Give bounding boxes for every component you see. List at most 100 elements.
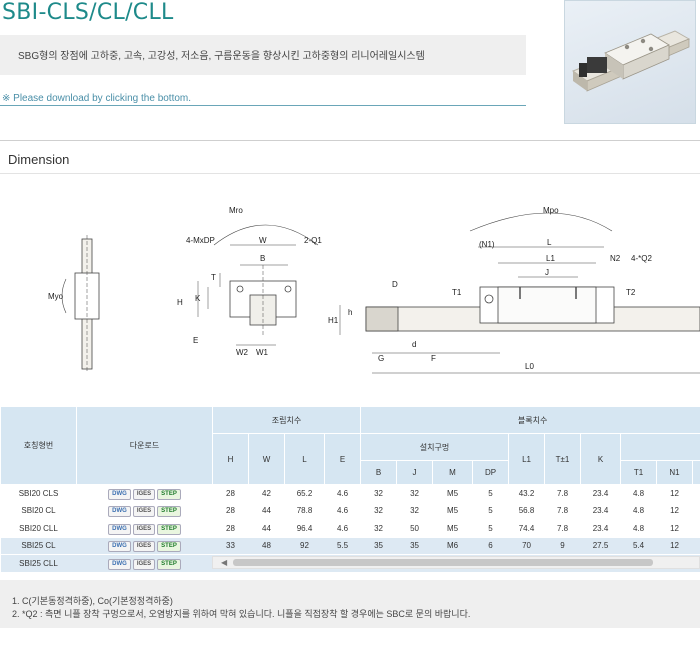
- th-M: M: [432, 460, 474, 485]
- label-d: D: [392, 280, 398, 289]
- cell-h: 33: [212, 537, 249, 555]
- download-iges-button[interactable]: IGES: [132, 506, 156, 518]
- cell-b: 32: [360, 484, 397, 503]
- cell-w: 48: [248, 537, 285, 555]
- cell-t: 7.8: [544, 519, 581, 538]
- cell-m: M5: [432, 484, 473, 503]
- footer-note-2: 2. *Q2 : 측면 니플 장착 구멍으로서, 오염방지를 위하여 막혀 있습…: [12, 609, 471, 619]
- download-iges-button[interactable]: IGES: [132, 541, 156, 553]
- label-myo: Myo: [48, 292, 64, 301]
- label-h-small: h: [348, 308, 352, 317]
- cell-m: M5: [432, 519, 473, 538]
- th-N1: N1: [656, 460, 694, 485]
- page-title: SBI-CLS/CL/CLL: [2, 0, 174, 25]
- download-step-button[interactable]: STEP: [157, 506, 181, 518]
- cell-model: SBI25 CLL: [0, 554, 77, 573]
- th-install: 설치구멍: [360, 433, 510, 461]
- cell-e: 5.5: [324, 537, 361, 555]
- cell-model: SBI20 CLL: [0, 519, 77, 538]
- label-b: B: [260, 254, 265, 263]
- note-underline: [0, 105, 526, 106]
- label-l0: L0: [525, 362, 534, 371]
- cell-n1: 12: [656, 502, 693, 520]
- table-row: SBI20 CLL DWG IGES STEP 28 44 96.4 4.6 32 50 M5 5 74…: [0, 519, 700, 538]
- description-box: SBG형의 장점에 고하중, 고속, 고강성, 저소음, 구름운동을 향상시킨 …: [0, 35, 526, 75]
- section-divider-light: [0, 173, 700, 174]
- th-E: E: [323, 433, 362, 485]
- label-n1: (N1): [479, 240, 495, 249]
- cell-j: 35: [396, 537, 433, 555]
- long-view: [339, 212, 700, 374]
- table-horizontal-scrollbar[interactable]: ◀: [212, 556, 700, 569]
- th-W: W: [248, 433, 285, 485]
- download-dwg-button[interactable]: DWG: [108, 523, 131, 535]
- th-K: K: [580, 433, 622, 485]
- cell-t: 7.8: [544, 484, 581, 503]
- download-dwg-button[interactable]: DWG: [108, 488, 131, 500]
- cell-overflow: [692, 537, 700, 555]
- download-dwg-button[interactable]: DWG: [108, 541, 131, 553]
- th-J: J: [396, 460, 434, 485]
- download-step-button[interactable]: STEP: [157, 488, 181, 500]
- cell-t1: 4.8: [620, 519, 657, 538]
- th-B: B: [360, 460, 398, 485]
- product-photo: [564, 0, 696, 124]
- th-download: 다운로드: [76, 406, 213, 485]
- cell-dp: 5: [472, 519, 509, 538]
- cell-k: 23.4: [580, 502, 621, 520]
- th-DP: DP: [472, 460, 510, 485]
- label-h1: H1: [328, 316, 339, 325]
- cell-download: DWG IGES STEP: [76, 537, 213, 555]
- cell-h: 28: [212, 484, 249, 503]
- dimension-drawing: Myo Mro 4-MxDP W 2-Q1 B T K H E W2 W1 Mp…: [48, 206, 700, 374]
- download-step-button[interactable]: STEP: [157, 558, 181, 570]
- cell-t1: 5.4: [620, 537, 657, 555]
- linear-guide-photo-icon: [571, 30, 691, 92]
- cell-l: 92: [284, 537, 325, 555]
- cell-j: 50: [396, 519, 433, 538]
- section-title: Dimension: [8, 152, 70, 167]
- cell-m: M6: [432, 537, 473, 555]
- download-dwg-button[interactable]: DWG: [108, 506, 131, 518]
- label-mpo: Mpo: [543, 206, 559, 215]
- label-l1: L1: [546, 254, 555, 263]
- chevron-left-icon[interactable]: ◀: [221, 558, 227, 567]
- cell-overflow: [692, 484, 700, 503]
- label-l: L: [547, 238, 552, 247]
- cell-e: 4.6: [324, 484, 361, 503]
- cell-w: 44: [248, 519, 285, 538]
- cell-model: SBI20 CL: [0, 502, 77, 520]
- cell-t: 9: [544, 537, 581, 555]
- table-row: SBI25 CL DWG IGES STEP 33 48 92 5.5 35 35 M6 6 70 9 27…: [0, 537, 700, 555]
- label-t: T: [211, 273, 216, 282]
- label-n2: N2: [610, 254, 621, 263]
- cell-overflow: [692, 519, 700, 538]
- download-iges-button[interactable]: IGES: [132, 523, 156, 535]
- th-block: 블록치수: [360, 406, 700, 434]
- th-model: 호칭형번: [0, 406, 77, 485]
- th-T1: T1: [620, 460, 658, 485]
- cell-t1: 4.8: [620, 502, 657, 520]
- download-iges-button[interactable]: IGES: [132, 558, 156, 570]
- download-note: ※ Please download by clicking the bottom…: [2, 93, 192, 104]
- cell-m: M5: [432, 502, 473, 520]
- cell-l: 65.2: [284, 484, 325, 503]
- cell-w: 42: [248, 484, 285, 503]
- cell-t: 7.8: [544, 502, 581, 520]
- description-text: SBG형의 장점에 고하중, 고속, 고강성, 저소음, 구름운동을 향상시킨 …: [18, 51, 425, 62]
- scrollbar-thumb[interactable]: [233, 559, 653, 566]
- cell-j: 32: [396, 502, 433, 520]
- label-w2: W2: [236, 348, 249, 357]
- footer-notes: 1. C(기본동정격하중), Co(기본정정격하중) 2. *Q2 : 측면 니…: [0, 580, 700, 628]
- cell-download: DWG IGES STEP: [76, 502, 213, 520]
- cell-w: 44: [248, 502, 285, 520]
- label-t1: T1: [452, 288, 462, 297]
- cell-n1: 12: [656, 537, 693, 555]
- download-iges-button[interactable]: IGES: [132, 488, 156, 500]
- download-step-button[interactable]: STEP: [157, 541, 181, 553]
- label-mro: Mro: [229, 206, 243, 215]
- download-dwg-button[interactable]: DWG: [108, 558, 131, 570]
- download-step-button[interactable]: STEP: [157, 523, 181, 535]
- spec-table: 호칭형번 다운로드 조립치수 블록치수 H W L E 설치구멍 L1 T±1 …: [0, 406, 700, 573]
- cell-l1: 74.4: [508, 519, 545, 538]
